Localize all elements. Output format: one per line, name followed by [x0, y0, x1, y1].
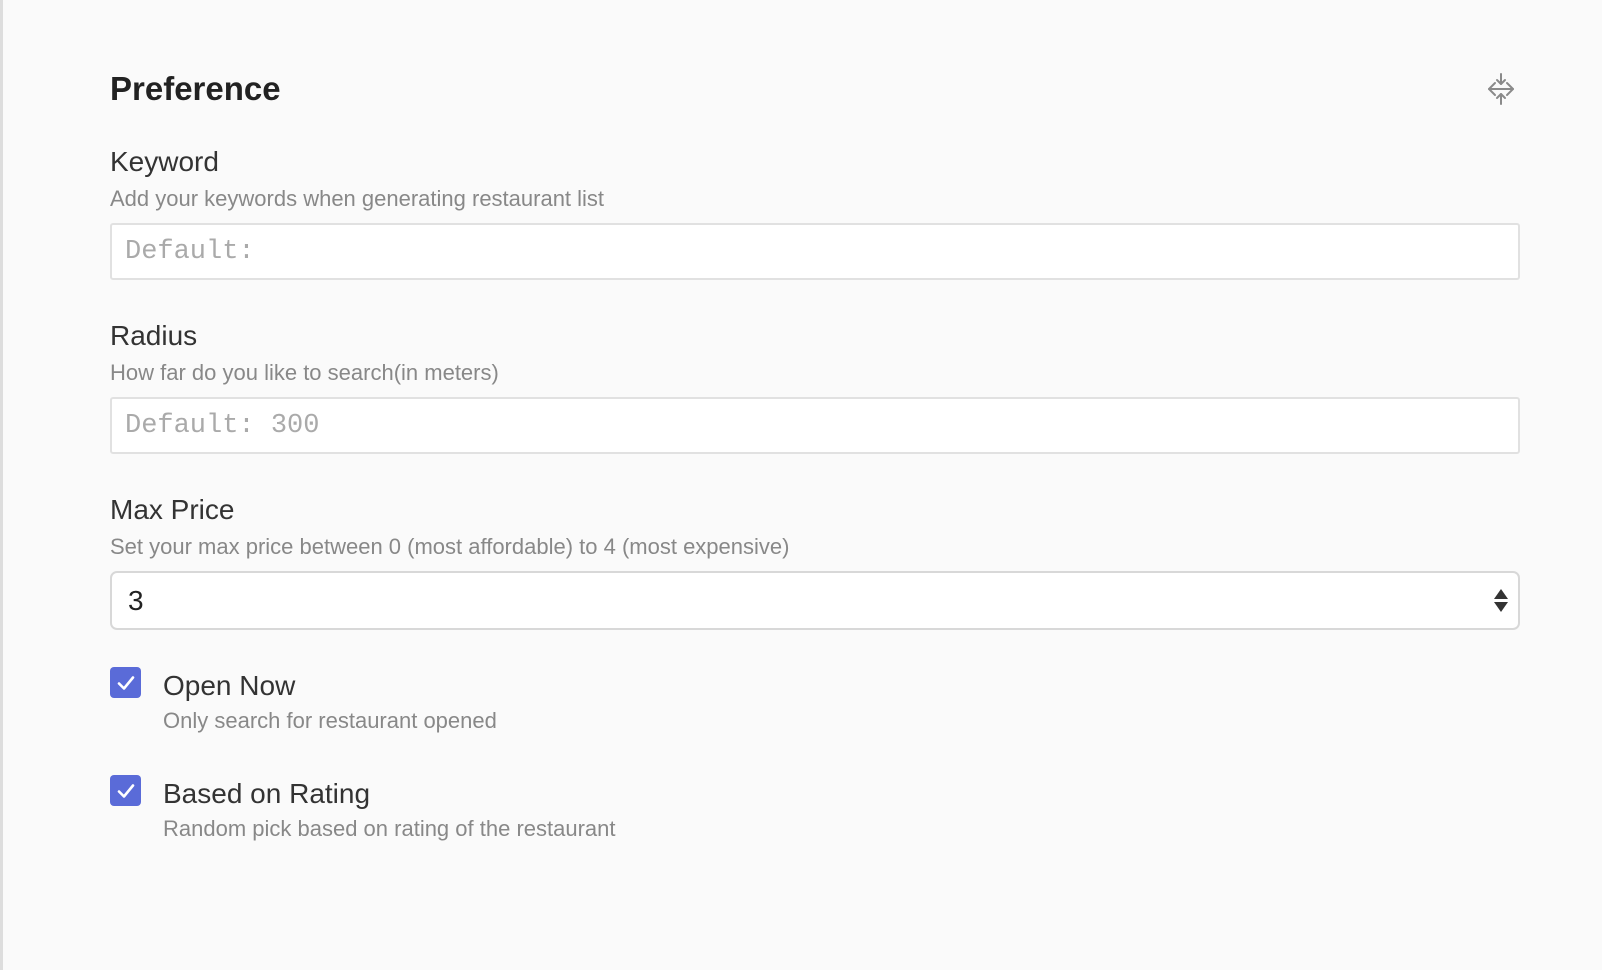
- radius-field: Radius How far do you like to search(in …: [110, 319, 1520, 454]
- radius-description: How far do you like to search(in meters): [110, 360, 499, 385]
- collapse-icon: [1488, 73, 1514, 105]
- max-price-select[interactable]: 3: [110, 571, 1520, 630]
- arrow-up-icon: [1494, 589, 1508, 599]
- collapse-button[interactable]: [1485, 72, 1517, 106]
- open-now-description: Only search for restaurant opened: [163, 708, 497, 733]
- max-price-label: Max Price: [110, 494, 235, 525]
- select-stepper-icon: [1494, 589, 1508, 612]
- radius-input[interactable]: [110, 397, 1520, 454]
- open-now-checkbox[interactable]: [110, 667, 141, 698]
- open-now-label[interactable]: Open Now: [163, 669, 497, 703]
- panel-left-border: [0, 0, 3, 970]
- keyword-field: Keyword Add your keywords when generatin…: [110, 145, 1520, 280]
- max-price-description: Set your max price between 0 (most affor…: [110, 534, 790, 559]
- max-price-field: Max Price Set your max price between 0 (…: [110, 493, 1520, 630]
- arrow-down-icon: [1494, 602, 1508, 612]
- keyword-input[interactable]: [110, 223, 1520, 280]
- radius-label: Radius: [110, 320, 198, 351]
- open-now-text: Open Now Only search for restaurant open…: [163, 669, 497, 735]
- keyword-label: Keyword: [110, 146, 219, 177]
- checkmark-icon: [117, 675, 134, 690]
- based-on-rating-description: Random pick based on rating of the resta…: [163, 816, 616, 841]
- checkmark-icon: [117, 783, 134, 798]
- keyword-description: Add your keywords when generating restau…: [110, 186, 605, 211]
- based-on-rating-checkbox[interactable]: [110, 775, 141, 806]
- based-on-rating-label[interactable]: Based on Rating: [163, 777, 616, 811]
- based-on-rating-text: Based on Rating Random pick based on rat…: [163, 777, 616, 843]
- max-price-selected-value: 3: [128, 584, 144, 616]
- page-title: Preference: [110, 70, 281, 107]
